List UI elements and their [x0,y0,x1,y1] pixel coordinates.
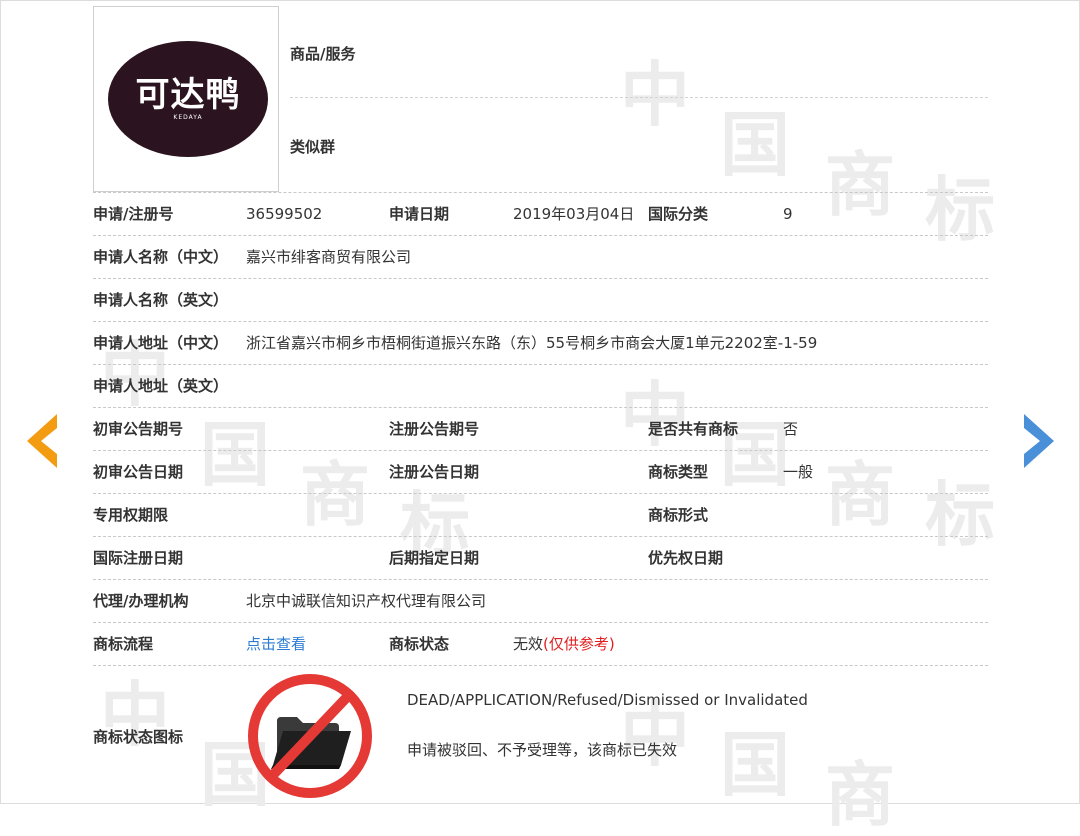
agent-value: 北京中诚联信知识产权代理有限公司 [246,592,487,610]
shared-label: 是否共有商标 [648,420,739,438]
row-agent: 代理/办理机构 北京中诚联信知识产权代理有限公司 [93,579,988,623]
reg-no-label: 申请/注册号 [93,205,174,223]
agent-label: 代理/办理机构 [93,592,189,610]
intl-class-value: 9 [783,205,793,223]
later-date-label: 后期指定日期 [389,549,480,567]
address-cn-label: 申请人地址（中文） [93,334,229,352]
tm-type-label: 商标类型 [648,463,709,481]
row-applicant-en: 申请人名称（英文） [93,278,988,322]
prohibited-folder-icon [248,674,372,798]
reg-pub-no-label: 注册公告期号 [389,420,480,438]
tm-type-value: 一般 [783,463,814,481]
next-arrow-icon[interactable] [1022,412,1058,470]
row-prelim-no: 初审公告期号 注册公告期号 是否共有商标 否 [93,407,988,451]
trademark-image: 可达鸭 KEDAYA [93,6,279,192]
address-cn-value: 浙江省嘉兴市桐乡市梧桐街道振兴东路（东）55号桐乡市商会大厦1单元2202室-1… [246,334,818,352]
status-icon-label: 商标状态图标 [93,728,184,746]
status-value-group: 无效(仅供参考) [513,623,615,666]
row-exclusive: 专用权期限 商标形式 [93,493,988,537]
logo-text: 可达鸭 [135,74,241,115]
row-address-en: 申请人地址（英文） [93,364,988,408]
status-cn-text: 申请被驳回、不予受理等，该商标已失效 [407,741,678,759]
similar-group-label: 类似群 [290,138,336,156]
trademark-logo: 可达鸭 KEDAYA [108,41,268,157]
divider [290,97,988,98]
trademark-detail: 可达鸭 KEDAYA 商品/服务 类似群 申请/注册号 36599502 申请日… [0,0,1080,804]
reg-pub-date-label: 注册公告日期 [389,463,480,481]
row-status-icon: 商标状态图标 DEAD/APPLICATION/Refused/Dismisse… [93,665,988,805]
status-en-text: DEAD/APPLICATION/Refused/Dismissed or In… [407,691,808,709]
tm-form-label: 商标形式 [648,506,709,524]
apply-date-label: 申请日期 [389,205,450,223]
apply-date-value: 2019年03月04日 [513,205,635,223]
shared-value: 否 [783,420,799,438]
status-note: (仅供参考) [543,635,615,653]
reg-no-value: 36599502 [246,205,323,223]
logo-subtext: KEDAYA [173,113,203,121]
process-label: 商标流程 [93,635,154,653]
applicant-cn-value: 嘉兴市绯客商贸有限公司 [246,248,412,266]
status-value: 无效 [513,635,544,653]
applicant-en-label: 申请人名称（英文） [93,291,229,309]
process-link[interactable]: 点击查看 [246,623,306,666]
intl-class-label: 国际分类 [648,205,709,223]
priority-date-label: 优先权日期 [648,549,724,567]
row-intl-reg-date: 国际注册日期 后期指定日期 优先权日期 [93,536,988,580]
row-applicant-cn: 申请人名称（中文） 嘉兴市绯客商贸有限公司 [93,235,988,279]
applicant-cn-label: 申请人名称（中文） [93,248,229,266]
prev-arrow-icon[interactable] [23,412,59,470]
goods-services-label: 商品/服务 [290,45,356,63]
row-reg-no: 申请/注册号 36599502 申请日期 2019年03月04日 国际分类 9 [93,192,988,236]
row-prelim-date: 初审公告日期 注册公告日期 商标类型 一般 [93,450,988,494]
exclusive-label: 专用权期限 [93,506,169,524]
address-en-label: 申请人地址（英文） [93,377,229,395]
row-process: 商标流程 点击查看 商标状态 无效(仅供参考) [93,622,988,666]
intl-reg-date-label: 国际注册日期 [93,549,184,567]
prelim-no-label: 初审公告期号 [93,420,184,438]
prelim-date-label: 初审公告日期 [93,463,184,481]
row-address-cn: 申请人地址（中文） 浙江省嘉兴市桐乡市梧桐街道振兴东路（东）55号桐乡市商会大厦… [93,321,988,365]
status-label: 商标状态 [389,635,450,653]
